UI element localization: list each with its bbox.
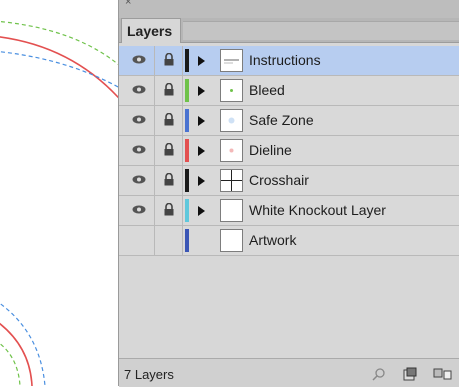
- visibility-toggle[interactable]: [127, 76, 155, 105]
- layer-row[interactable]: Instructions: [119, 46, 459, 76]
- visibility-toggle[interactable]: [127, 226, 155, 255]
- expand-toggle[interactable]: [193, 136, 209, 165]
- expand-arrow-icon[interactable]: [198, 176, 205, 186]
- lock-toggle[interactable]: [154, 136, 183, 165]
- layer-name[interactable]: Crosshair: [249, 166, 309, 195]
- layer-color-swatch: [185, 199, 189, 222]
- new-sublayer-icon[interactable]: [403, 367, 417, 381]
- eye-icon: [132, 55, 146, 64]
- layer-thumbnail: [220, 169, 243, 192]
- layer-color-swatch: [185, 169, 189, 192]
- layer-count: 7 Layers: [124, 367, 174, 382]
- artboard-canvas[interactable]: [0, 0, 118, 386]
- visibility-toggle[interactable]: [127, 106, 155, 135]
- layer-name[interactable]: Artwork: [249, 226, 296, 255]
- layer-thumbnail: [220, 199, 243, 222]
- visibility-toggle[interactable]: [127, 166, 155, 195]
- layer-color-swatch: [185, 109, 189, 132]
- dieline-guides: [0, 20, 118, 386]
- layer-color-swatch: [185, 229, 189, 252]
- lock-icon: [164, 53, 174, 66]
- lock-toggle[interactable]: [154, 46, 183, 75]
- panel-title-bar[interactable]: ×: [119, 0, 459, 18]
- layer-name[interactable]: Dieline: [249, 136, 292, 165]
- close-icon[interactable]: ×: [125, 0, 131, 8]
- layers-list: Instructions Bleed Safe Zone Dieline Crossha…: [119, 46, 459, 256]
- expand-toggle[interactable]: [193, 46, 209, 75]
- lock-icon: [164, 143, 174, 156]
- search-icon[interactable]: [372, 367, 386, 381]
- lock-icon: [164, 173, 174, 186]
- lock-icon: [164, 113, 174, 126]
- lock-icon: [164, 83, 174, 96]
- lock-toggle[interactable]: [154, 196, 183, 225]
- layer-thumbnail: [220, 79, 243, 102]
- eye-icon: [132, 85, 146, 94]
- layer-color-swatch: [185, 139, 189, 162]
- layer-name[interactable]: Instructions: [249, 46, 321, 75]
- panel-tab-row: Layers: [119, 18, 459, 43]
- visibility-toggle[interactable]: [127, 46, 155, 75]
- layer-color-swatch: [185, 49, 189, 72]
- tab-bar-empty: [183, 21, 459, 40]
- expand-arrow-icon[interactable]: [198, 116, 205, 126]
- layer-name[interactable]: Bleed: [249, 76, 285, 105]
- expand-arrow-icon[interactable]: [198, 206, 205, 216]
- expand-toggle[interactable]: [193, 196, 209, 225]
- layer-thumbnail: [220, 109, 243, 132]
- layer-color-swatch: [185, 79, 189, 102]
- visibility-toggle[interactable]: [127, 196, 155, 225]
- eye-icon: [132, 145, 146, 154]
- lock-toggle[interactable]: [154, 76, 183, 105]
- layer-name[interactable]: Safe Zone: [249, 106, 314, 135]
- expand-arrow-icon[interactable]: [198, 86, 205, 96]
- layer-thumbnail: [220, 49, 243, 72]
- layer-thumbnail: [220, 229, 243, 252]
- new-layer-icon[interactable]: [433, 367, 453, 381]
- tab-layers[interactable]: Layers: [121, 18, 181, 43]
- layer-row[interactable]: Dieline: [119, 136, 459, 166]
- lock-toggle[interactable]: [154, 226, 183, 255]
- layer-name[interactable]: White Knockout Layer: [249, 196, 386, 225]
- expand-arrow-icon[interactable]: [198, 56, 205, 66]
- expand-toggle[interactable]: [193, 76, 209, 105]
- lock-toggle[interactable]: [154, 106, 183, 135]
- layer-row[interactable]: Artwork: [119, 226, 459, 256]
- eye-icon: [132, 115, 146, 124]
- visibility-toggle[interactable]: [127, 136, 155, 165]
- expand-arrow-icon[interactable]: [198, 146, 205, 156]
- lock-icon: [164, 203, 174, 216]
- layer-row[interactable]: Safe Zone: [119, 106, 459, 136]
- expand-toggle[interactable]: [193, 166, 209, 195]
- expand-toggle[interactable]: [193, 106, 209, 135]
- layer-row[interactable]: Crosshair: [119, 166, 459, 196]
- lock-toggle[interactable]: [154, 166, 183, 195]
- layer-row[interactable]: Bleed: [119, 76, 459, 106]
- eye-icon: [132, 205, 146, 214]
- eye-icon: [132, 175, 146, 184]
- layer-row[interactable]: White Knockout Layer: [119, 196, 459, 226]
- layer-thumbnail: [220, 139, 243, 162]
- status-bar: 7 Layers: [119, 358, 459, 387]
- layers-panel: × Layers Instructions Bleed Safe Zone Dieli…: [118, 0, 459, 387]
- expand-toggle: [193, 226, 209, 255]
